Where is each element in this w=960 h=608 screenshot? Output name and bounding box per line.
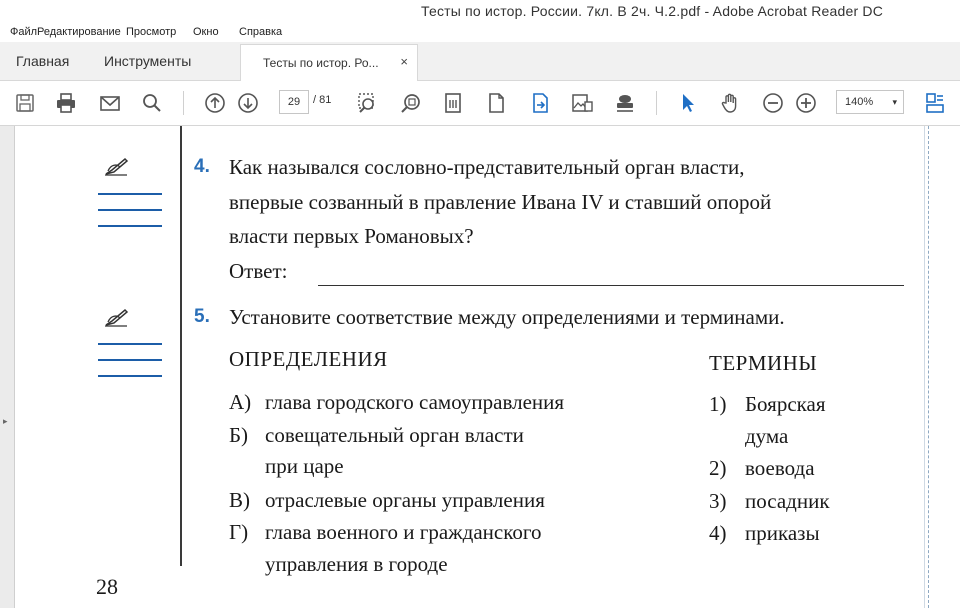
term-label: 4) <box>709 521 727 545</box>
select-cursor-icon[interactable] <box>676 91 700 115</box>
question-text-line: впервые созванный в правление Ивана IV и… <box>229 190 772 214</box>
definition-text: отраслевые органы управления <box>265 488 545 512</box>
page-total: / 81 <box>313 94 332 106</box>
definition-text: при царе <box>265 454 344 478</box>
answer-mark-line <box>98 209 162 211</box>
search-icon[interactable] <box>140 91 164 115</box>
expand-panel-icon[interactable]: ▸ <box>3 416 8 427</box>
pencil-icon <box>103 155 129 177</box>
marquee-zoom-icon[interactable] <box>356 91 380 115</box>
definition-label: В) <box>229 488 250 512</box>
definition-text: управления в городе <box>265 552 448 576</box>
definition-text: глава военного и гражданского <box>265 520 542 544</box>
answer-mark-line <box>98 359 162 361</box>
definitions-header: ОПРЕДЕЛЕНИЯ <box>229 347 388 371</box>
definition-text: глава городского самоуправления <box>265 390 565 414</box>
print-icon[interactable] <box>54 91 78 115</box>
menu-help[interactable]: Справка <box>239 26 282 38</box>
term-text: приказы <box>745 521 820 545</box>
term-text: посадник <box>745 489 830 513</box>
menu-window[interactable]: Окно <box>193 26 219 38</box>
export-icon[interactable] <box>528 91 552 115</box>
question-text: Установите соответствие между определени… <box>229 305 785 329</box>
answer-line <box>318 285 904 286</box>
toolbar: 29 / 81 140% ▾ <box>0 81 960 126</box>
window-title: Тесты по истор. России. 7кл. В 2ч. Ч.2.p… <box>421 3 884 19</box>
toolbar-separator <box>183 91 184 115</box>
email-icon[interactable] <box>98 91 122 115</box>
document-icon[interactable] <box>484 91 508 115</box>
zoom-value: 140% <box>845 96 874 108</box>
page-number-input[interactable]: 29 <box>279 90 309 114</box>
term-label: 2) <box>709 456 727 480</box>
toolbar-separator <box>656 91 657 115</box>
title-bar: Тесты по истор. России. 7кл. В 2ч. Ч.2.p… <box>0 0 960 22</box>
close-icon[interactable]: × <box>400 54 408 69</box>
answer-mark-line <box>98 375 162 377</box>
pencil-icon <box>103 306 129 328</box>
hand-icon[interactable] <box>718 91 742 115</box>
menu-edit[interactable]: Редактирование <box>37 26 121 38</box>
definition-text: совещательный орган власти <box>265 423 524 447</box>
answer-mark-line <box>98 225 162 227</box>
question-number: 4. <box>194 156 210 177</box>
page-edge-dashed <box>928 126 929 608</box>
zoom-in-icon[interactable] <box>794 91 818 115</box>
reading-mode-icon[interactable] <box>923 91 947 115</box>
answer-mark-line <box>98 343 162 345</box>
definition-label: Г) <box>229 520 249 544</box>
fit-page-icon[interactable] <box>441 91 465 115</box>
terms-header: ТЕРМИНЫ <box>709 351 818 375</box>
zoom-select[interactable]: 140% ▾ <box>836 90 904 114</box>
definition-label: Б) <box>229 423 249 447</box>
stamp-icon[interactable] <box>613 91 637 115</box>
zoom-tool-icon[interactable] <box>399 91 423 115</box>
page-edge <box>924 126 925 608</box>
answer-mark-line <box>98 193 162 195</box>
page-up-icon[interactable] <box>203 91 227 115</box>
menu-bar: Файл Редактирование Просмотр Окно Справк… <box>0 22 960 42</box>
term-text: Боярская <box>745 392 826 416</box>
term-label: 1) <box>709 392 727 416</box>
question-number: 5. <box>194 306 210 327</box>
question-text-line: власти первых Романовых? <box>229 224 474 248</box>
zoom-out-icon[interactable] <box>761 91 785 115</box>
tab-tools[interactable]: Инструменты <box>104 42 191 80</box>
page-down-icon[interactable] <box>236 91 260 115</box>
term-text: дума <box>745 424 789 448</box>
tab-document-title: Тесты по истор. Ро... <box>263 56 379 70</box>
chevron-down-icon: ▾ <box>892 97 897 107</box>
menu-view[interactable]: Просмотр <box>126 26 176 38</box>
menu-file[interactable]: Файл <box>10 26 37 38</box>
image-icon[interactable] <box>570 91 594 115</box>
answer-label: Ответ: <box>229 259 288 283</box>
definition-label: А) <box>229 390 252 414</box>
tab-bar: Главная Инструменты Тесты по истор. Ро..… <box>0 42 960 81</box>
save-icon[interactable] <box>13 91 37 115</box>
term-text: воевода <box>745 456 815 480</box>
left-panel-toggle[interactable]: ▸ <box>0 126 15 608</box>
margin-line <box>180 126 182 566</box>
term-label: 3) <box>709 489 727 513</box>
question-text-line: Как назывался сословно-представительный … <box>229 155 745 179</box>
tab-home[interactable]: Главная <box>16 42 69 80</box>
page-number: 28 <box>96 574 118 599</box>
tab-document[interactable]: Тесты по истор. Ро... × <box>240 44 418 81</box>
